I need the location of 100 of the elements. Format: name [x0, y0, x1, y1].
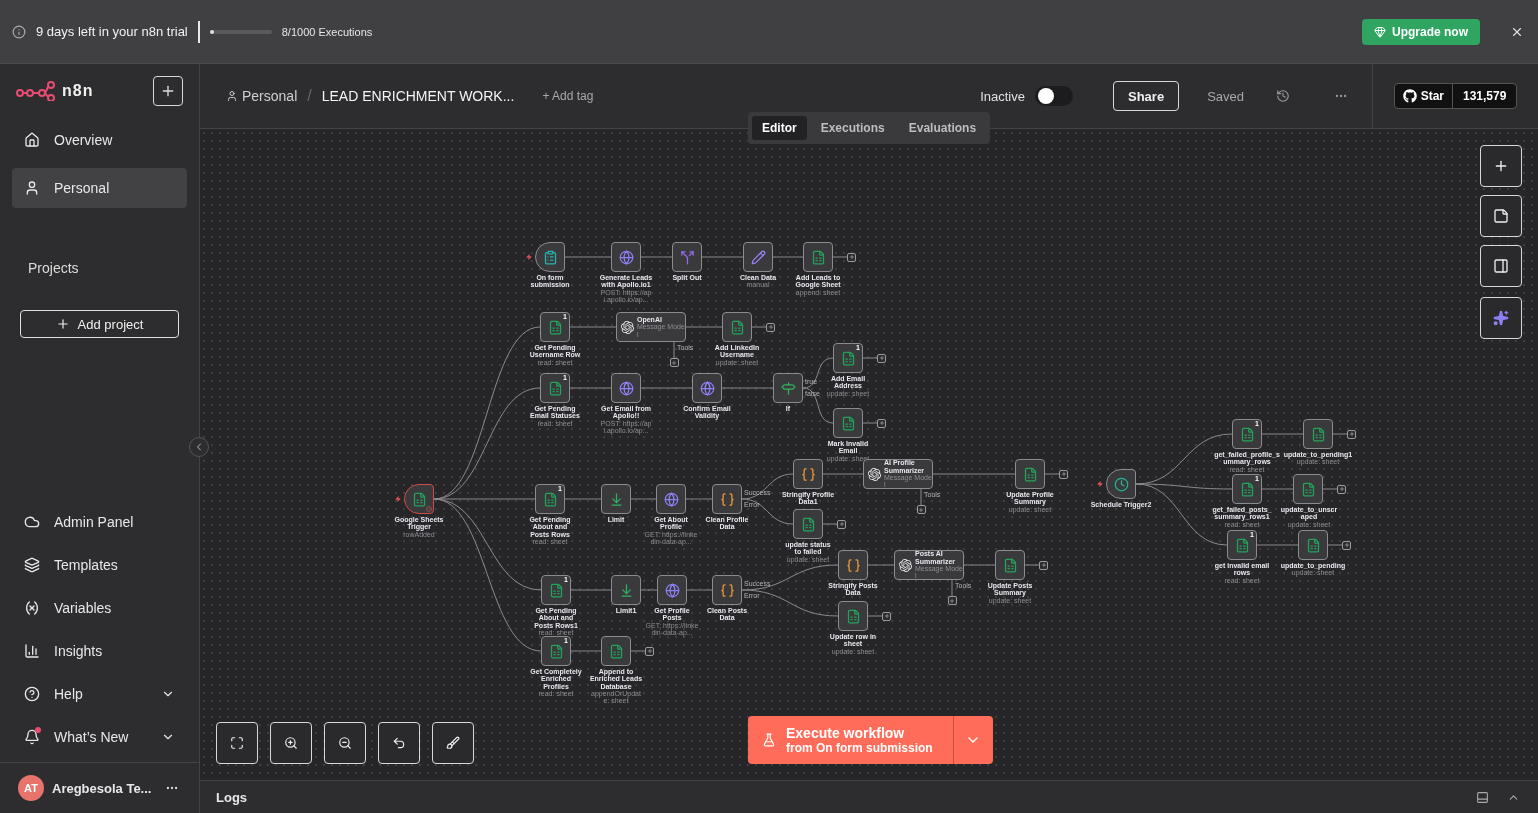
sticky-note-button[interactable] [1480, 195, 1522, 237]
nav-item[interactable]: Variables [12, 590, 187, 625]
workflow-name[interactable]: LEAD ENRICHMENT WORK... [321, 88, 515, 104]
workflow-node[interactable] [656, 484, 686, 514]
lightning-icon [1097, 481, 1103, 487]
nav-item[interactable]: Help [12, 676, 187, 711]
breadcrumb-link[interactable]: Personal [226, 88, 298, 104]
add-node-button[interactable] [947, 596, 957, 605]
add-node-button[interactable] [1337, 484, 1346, 494]
create-button[interactable] [153, 76, 183, 106]
workflow-node[interactable] [743, 242, 773, 272]
add-node-button[interactable] [1347, 429, 1356, 439]
add-node-button[interactable] [877, 353, 886, 363]
nav-item[interactable]: Insights [12, 633, 187, 668]
add-node-button[interactable] [645, 646, 654, 656]
workflow-node[interactable] [712, 484, 742, 514]
view-tab[interactable]: Editor [752, 116, 807, 140]
tidy-up-button[interactable] [432, 722, 474, 764]
panel-button[interactable] [1480, 245, 1522, 287]
connection-line [630, 650, 646, 652]
flask-icon [762, 733, 776, 747]
workflow-node[interactable] [611, 373, 641, 403]
connection-line [920, 488, 922, 506]
workflow-node[interactable] [601, 484, 631, 514]
zoom-out-button[interactable] [324, 722, 366, 764]
globe-icon [618, 249, 634, 265]
user-icon [226, 90, 238, 102]
ai-assistant-button[interactable] [1480, 297, 1522, 339]
connection-line [1322, 488, 1338, 490]
workflow-node[interactable] [601, 636, 631, 666]
undo-button[interactable] [378, 722, 420, 764]
chart-icon [24, 642, 40, 659]
plus-icon [1060, 471, 1067, 477]
undo-icon [392, 736, 406, 750]
add-node-button[interactable] [882, 611, 891, 621]
workflow-node[interactable] [1015, 459, 1045, 489]
workflow-node[interactable] [404, 484, 434, 514]
connection-line [822, 473, 864, 475]
add-node-button[interactable] [1342, 540, 1351, 550]
add-tag-link[interactable]: + Add tag [542, 89, 594, 103]
nav-item[interactable]: What’s New [12, 719, 187, 754]
workflow-node[interactable] [692, 373, 722, 403]
plus-icon [918, 506, 924, 513]
plus-icon [949, 597, 955, 604]
workflow-node[interactable] [1298, 530, 1328, 560]
braces-icon [845, 557, 861, 573]
add-project-button[interactable]: Add project [20, 310, 179, 338]
spreadsheet-icon [1239, 426, 1255, 442]
workflow-node[interactable] [793, 509, 823, 539]
connection-line [640, 387, 693, 389]
connection-line [822, 523, 838, 525]
zoom-in-button[interactable] [270, 722, 312, 764]
globe-icon [663, 491, 679, 507]
add-node-button[interactable] [766, 322, 775, 332]
workflow-node[interactable] [1106, 469, 1136, 499]
nav-item[interactable]: Overview [12, 120, 187, 160]
braces-icon [719, 582, 735, 598]
history-button[interactable] [1274, 87, 1292, 105]
workflow-node[interactable] [803, 242, 833, 272]
active-toggle[interactable] [1035, 86, 1073, 106]
workflow-node[interactable] [793, 459, 823, 489]
connection-line [685, 326, 723, 328]
add-node-button[interactable] [1059, 469, 1068, 479]
add-node-button[interactable] [847, 252, 856, 262]
workflow-node[interactable] [657, 575, 687, 605]
workflow-node[interactable] [1293, 474, 1323, 504]
workflow-node[interactable] [838, 601, 868, 631]
view-tab[interactable]: Executions [810, 116, 895, 140]
workflow-node[interactable] [833, 408, 863, 438]
add-node-button[interactable] [1039, 560, 1048, 570]
workflow-node[interactable] [672, 242, 702, 272]
spreadsheet-icon [840, 415, 856, 431]
nav-item[interactable]: Templates [12, 547, 187, 582]
connection-line [564, 498, 602, 500]
add-node-button[interactable] [916, 505, 926, 514]
add-node-button[interactable] [877, 418, 886, 428]
fit-view-button[interactable] [216, 722, 258, 764]
workflow-node[interactable] [1303, 419, 1333, 449]
workflow-node[interactable] [995, 550, 1025, 580]
home-icon [24, 132, 40, 148]
plus-icon [848, 254, 855, 260]
workflow-node[interactable] [712, 575, 742, 605]
nav-item[interactable]: Personal [12, 168, 187, 208]
workflow-node[interactable] [611, 242, 641, 272]
logo-text: n8n [62, 82, 94, 100]
add-node-button[interactable] [669, 358, 679, 367]
collapse-button[interactable] [189, 437, 209, 457]
workflow-node[interactable] [773, 373, 803, 403]
workflow-node[interactable] [722, 312, 752, 342]
connection-line [862, 422, 878, 424]
add-node-button[interactable] [837, 519, 846, 529]
nav-item[interactable]: Admin Panel [12, 504, 187, 539]
workflow-node[interactable] [838, 550, 868, 580]
workflow-node[interactable] [535, 242, 565, 272]
spreadsheet-icon [1310, 426, 1326, 442]
github-star-button[interactable]: Star 131,579 [1393, 83, 1518, 109]
view-tab[interactable]: Evaluations [898, 116, 987, 140]
workflow-node[interactable] [611, 575, 641, 605]
share-button[interactable]: Share [1113, 81, 1180, 111]
plus-icon [878, 355, 885, 361]
